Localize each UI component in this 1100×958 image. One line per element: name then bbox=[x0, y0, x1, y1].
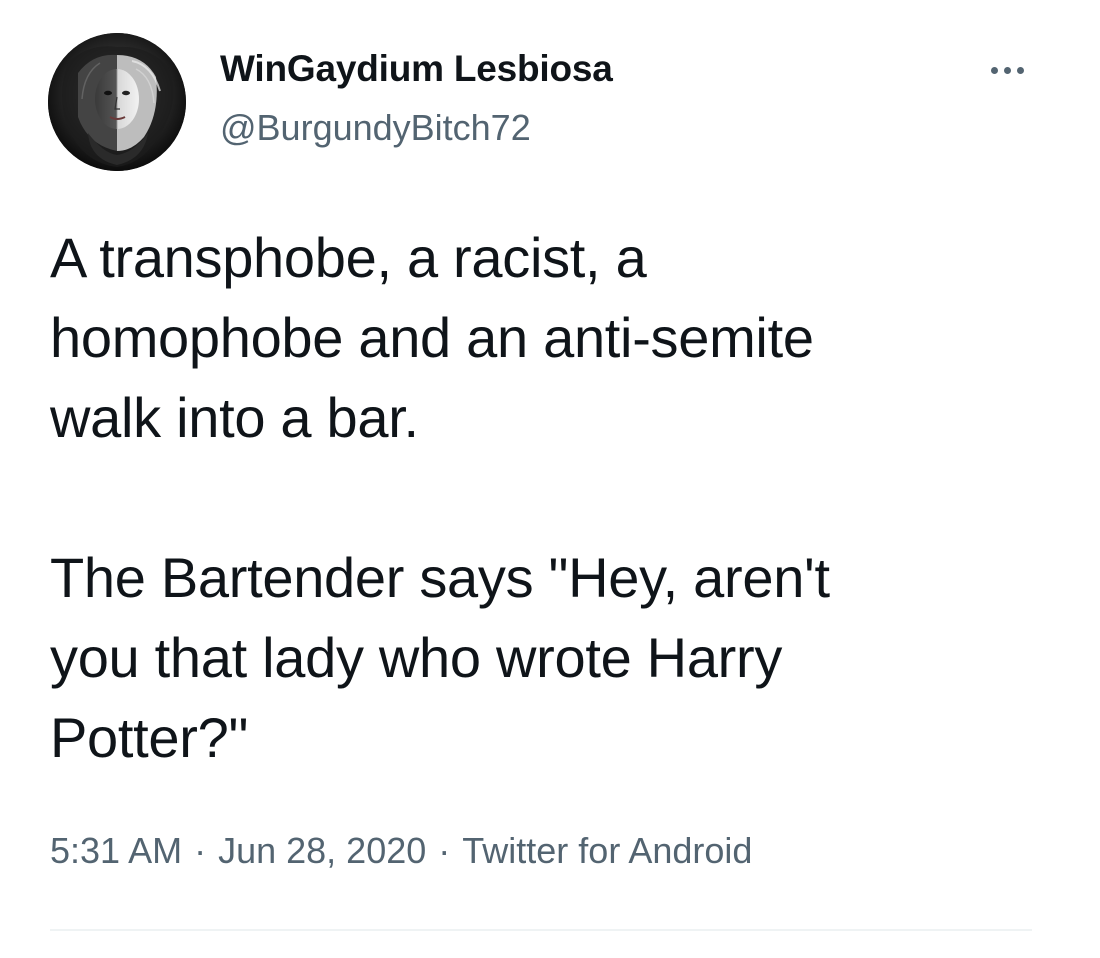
tweet-date[interactable]: Jun 28, 2020 bbox=[218, 830, 426, 871]
tweet-time[interactable]: 5:31 AM bbox=[50, 830, 182, 871]
tweet-text-line: The Bartender says "Hey, aren't bbox=[50, 546, 830, 609]
meta-separator: · bbox=[194, 830, 207, 871]
tweet-text: A transphobe, a racist, a homophobe and … bbox=[50, 218, 1060, 778]
user-display-name[interactable]: WinGaydium Lesbiosa bbox=[220, 48, 613, 90]
tweet-text-line: walk into a bar. bbox=[50, 386, 419, 449]
avatar-image bbox=[48, 33, 186, 171]
tweet-source[interactable]: Twitter for Android bbox=[462, 830, 752, 871]
more-horizontal-icon-dot bbox=[1003, 66, 1011, 74]
more-horizontal-icon bbox=[990, 66, 998, 74]
tweet-text-line: homophobe and an anti-semite bbox=[50, 306, 814, 369]
meta-separator: · bbox=[438, 830, 451, 871]
tweet-text-line: Potter?" bbox=[50, 706, 249, 769]
tweet: WinGaydium Lesbiosa @BurgundyBitch72 A t… bbox=[0, 0, 1100, 958]
tweet-metadata: 5:31 AM · Jun 28, 2020 · Twitter for Android bbox=[50, 830, 752, 872]
avatar[interactable] bbox=[48, 33, 186, 171]
user-handle[interactable]: @BurgundyBitch72 bbox=[220, 107, 531, 149]
divider bbox=[50, 929, 1032, 931]
tweet-text-line: A transphobe, a racist, a bbox=[50, 226, 647, 289]
more-horizontal-icon-dot bbox=[1016, 66, 1024, 74]
tweet-text-line: you that lady who wrote Harry bbox=[50, 626, 783, 689]
more-options-button[interactable] bbox=[976, 50, 1038, 90]
